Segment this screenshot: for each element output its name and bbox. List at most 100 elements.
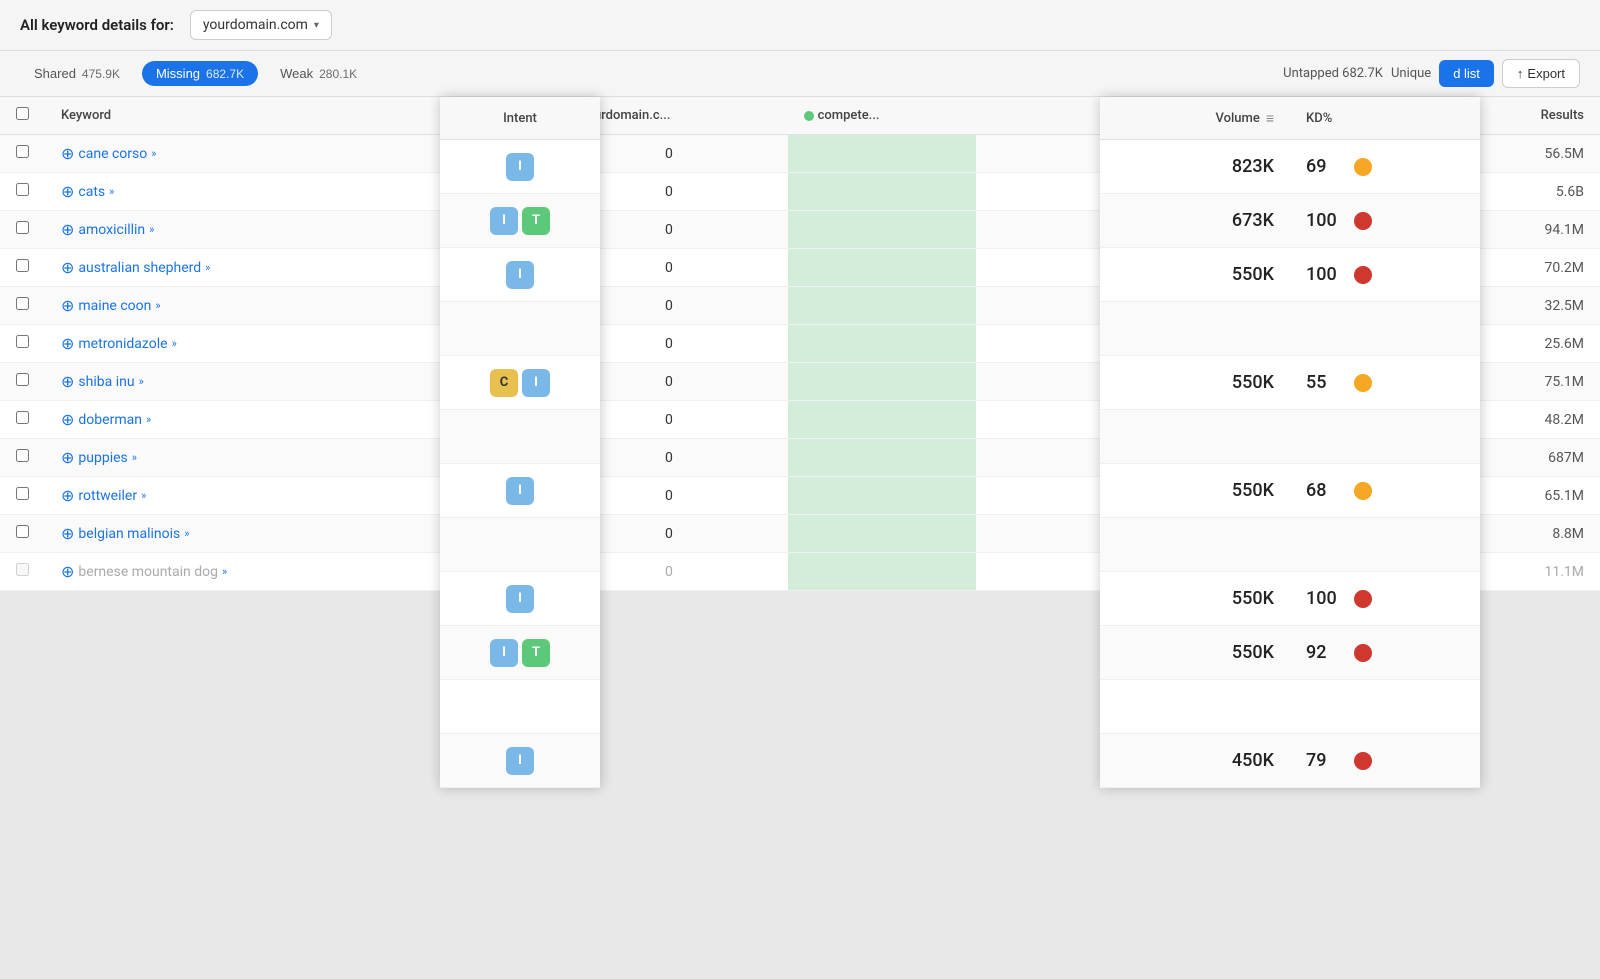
intent-badge-t: T (522, 639, 550, 667)
row-checkbox[interactable] (16, 335, 29, 348)
row-checkbox[interactable] (16, 183, 29, 196)
kd-difficulty-dot (1354, 590, 1372, 608)
com-cell: 0.1 (1359, 287, 1468, 325)
kd-value-row: 92 (1290, 642, 1480, 663)
volume-cell (976, 173, 1150, 211)
competitor-rank-cell (788, 477, 976, 515)
keyword-link[interactable]: ⊕ metronidazole » (61, 336, 374, 352)
keyword-link[interactable]: ⊕ rottweiler » (61, 488, 374, 504)
row-checkbox[interactable] (16, 373, 29, 386)
col-keyword-header: Keyword (45, 97, 390, 135)
keyword-text: shiba inu (78, 374, 134, 390)
competitor-rank-cell (788, 211, 976, 249)
intent-cell (390, 173, 550, 211)
tab-shared-label: Shared (34, 66, 76, 81)
keyword-link[interactable]: ⊕ belgian malinois » (61, 526, 374, 542)
kd-cell (1150, 401, 1359, 439)
row-checkbox[interactable] (16, 411, 29, 424)
kd-cell (1150, 363, 1359, 401)
row-checkbox[interactable] (16, 525, 29, 538)
table-row: ⊕ belgian malinois »00.158.8M (0, 515, 1600, 553)
tab-weak[interactable]: Weak 280.1K (266, 61, 371, 86)
keyword-link[interactable]: ⊕ puppies » (61, 450, 374, 466)
keyword-cell: ⊕ maine coon » (45, 287, 390, 325)
add-keyword-icon: ⊕ (61, 488, 74, 504)
row-checkbox[interactable] (16, 145, 29, 158)
table-row: ⊕ cane corso »00.0156.5M (0, 135, 1600, 173)
col-intent-header (390, 97, 550, 135)
intent-badges: I (506, 747, 534, 775)
results-cell: 25.6M (1469, 325, 1600, 363)
keyword-link[interactable]: ⊕ doberman » (61, 412, 374, 428)
tab-missing[interactable]: Missing 682.7K (142, 61, 258, 86)
domain-dropdown[interactable]: yourdomain.com ▾ (190, 10, 332, 40)
keyword-cell: ⊕ doberman » (45, 401, 390, 439)
keyword-text: doberman (78, 412, 142, 428)
table-row: ⊕ australian shepherd »00.170.2M (0, 249, 1600, 287)
keyword-chevron-icon: » (109, 185, 114, 198)
results-cell: 94.1M (1469, 211, 1600, 249)
keyword-link[interactable]: ⊕ cats » (61, 184, 374, 200)
row-checkbox-cell (0, 439, 45, 477)
row-checkbox[interactable] (16, 563, 29, 576)
vkd-overlay-row (1100, 680, 1480, 734)
vkd-overlay-row: 550K92 (1100, 626, 1480, 680)
competitor-rank-cell (788, 287, 976, 325)
col-kd-header (1150, 97, 1359, 135)
row-checkbox[interactable] (16, 487, 29, 500)
select-all-checkbox[interactable] (16, 107, 29, 120)
table-row: ⊕ metronidazole » 0 0.5825.6M (0, 325, 1600, 363)
row-checkbox[interactable] (16, 221, 29, 234)
add-list-label: d list (1453, 66, 1480, 81)
keyword-chevron-icon: » (151, 147, 156, 160)
keyword-text: maine coon (78, 298, 151, 314)
tab-shared[interactable]: Shared 475.9K (20, 61, 134, 86)
competitor-rank-cell (788, 401, 976, 439)
kd-cell (1150, 515, 1359, 553)
header: All keyword details for: yourdomain.com … (0, 0, 1600, 51)
competitor-rank-cell (788, 363, 976, 401)
table-row: ⊕ doberman »00.2748.2M (0, 401, 1600, 439)
kd-cell (1150, 173, 1359, 211)
keyword-link[interactable]: ⊕ bernese mountain dog » (61, 564, 374, 580)
yourdomain-rank-cell: 0 (550, 325, 787, 363)
intent-cell (390, 249, 550, 287)
col-results-header: Results (1469, 97, 1600, 135)
add-keyword-icon: ⊕ (61, 222, 74, 238)
intent-overlay-cell (440, 680, 600, 734)
table-wrapper: Keyword yourdomain.c... (0, 97, 1600, 591)
com-cell: 0.25 (1359, 477, 1468, 515)
keyword-link[interactable]: ⊕ shiba inu » (61, 374, 374, 390)
intent-cell (390, 515, 550, 553)
tab-weak-label: Weak (280, 66, 313, 81)
kd-number: 79 (1306, 750, 1346, 771)
add-list-button[interactable]: d list (1439, 60, 1494, 87)
row-checkbox[interactable] (16, 449, 29, 462)
keyword-text: australian shepherd (78, 260, 201, 276)
main-container: All keyword details for: yourdomain.com … (0, 0, 1600, 979)
com-cell: 0.58 (1359, 325, 1468, 363)
keyword-chevron-icon: » (141, 489, 146, 502)
intent-cell (390, 553, 550, 591)
domain-value: yourdomain.com (203, 17, 308, 33)
intent-cell (390, 211, 550, 249)
keyword-link[interactable]: ⊕ cane corso » (61, 146, 374, 162)
kd-difficulty-dot (1354, 644, 1372, 662)
keyword-link[interactable]: ⊕ amoxicillin » (61, 222, 374, 238)
yourdomain-rank-cell: 0 (550, 211, 787, 249)
competitor-rank-cell (788, 325, 976, 363)
keyword-link[interactable]: ⊕ australian shepherd » (61, 260, 374, 276)
volume-cell (976, 515, 1150, 553)
keyword-chevron-icon: » (132, 451, 137, 464)
yourdomain-rank-cell: 0 (550, 249, 787, 287)
row-checkbox[interactable] (16, 297, 29, 310)
tabs-right: Untapped 682.7K Unique d list ↑ Export (1283, 59, 1580, 88)
keyword-cell: ⊕ amoxicillin » (45, 211, 390, 249)
keyword-link[interactable]: ⊕ maine coon » (61, 298, 374, 314)
export-button[interactable]: ↑ Export (1502, 59, 1580, 88)
row-checkbox[interactable] (16, 259, 29, 272)
results-cell: 5.6B (1469, 173, 1600, 211)
results-cell: 11.1M (1469, 553, 1600, 591)
row-checkbox-cell (0, 173, 45, 211)
add-keyword-icon: ⊕ (61, 526, 74, 542)
